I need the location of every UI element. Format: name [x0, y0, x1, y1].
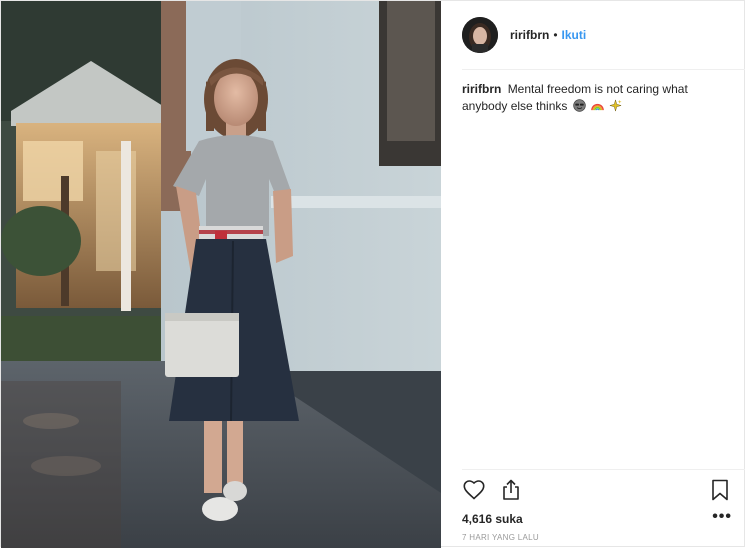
share-icon[interactable] [499, 478, 525, 504]
likes-count[interactable]: 4,616 suka [462, 512, 523, 526]
avatar[interactable] [462, 17, 498, 53]
post-caption: ririfbrn Mental freedom is not caring wh… [462, 81, 724, 115]
post-photo-image [1, 1, 441, 548]
more-options-icon[interactable]: ••• [712, 509, 732, 525]
heart-icon[interactable] [462, 478, 488, 504]
post-actions: 4,616 suka ••• 7 HARI YANG LALU [462, 469, 745, 542]
sparkle-emoji [609, 99, 623, 112]
instagram-post: ririfbrn • Ikuti ririfbrn Mental freedom… [0, 0, 745, 548]
smiling-face-with-sunglasses-emoji [573, 99, 586, 112]
bookmark-icon[interactable] [708, 478, 734, 504]
action-row [462, 470, 745, 510]
caption-username[interactable]: ririfbrn [462, 82, 501, 96]
avatar-image [462, 17, 498, 53]
post-timestamp[interactable]: 7 HARI YANG LALU [462, 533, 539, 542]
follow-button[interactable]: Ikuti [562, 28, 587, 42]
post-header: ririfbrn • Ikuti [462, 1, 745, 70]
rainbow-emoji [591, 103, 604, 111]
header-separator: • [553, 28, 558, 42]
post-side-panel: ririfbrn • Ikuti ririfbrn Mental freedom… [441, 1, 745, 548]
header-username[interactable]: ririfbrn [510, 28, 549, 42]
post-photo[interactable] [1, 1, 441, 548]
